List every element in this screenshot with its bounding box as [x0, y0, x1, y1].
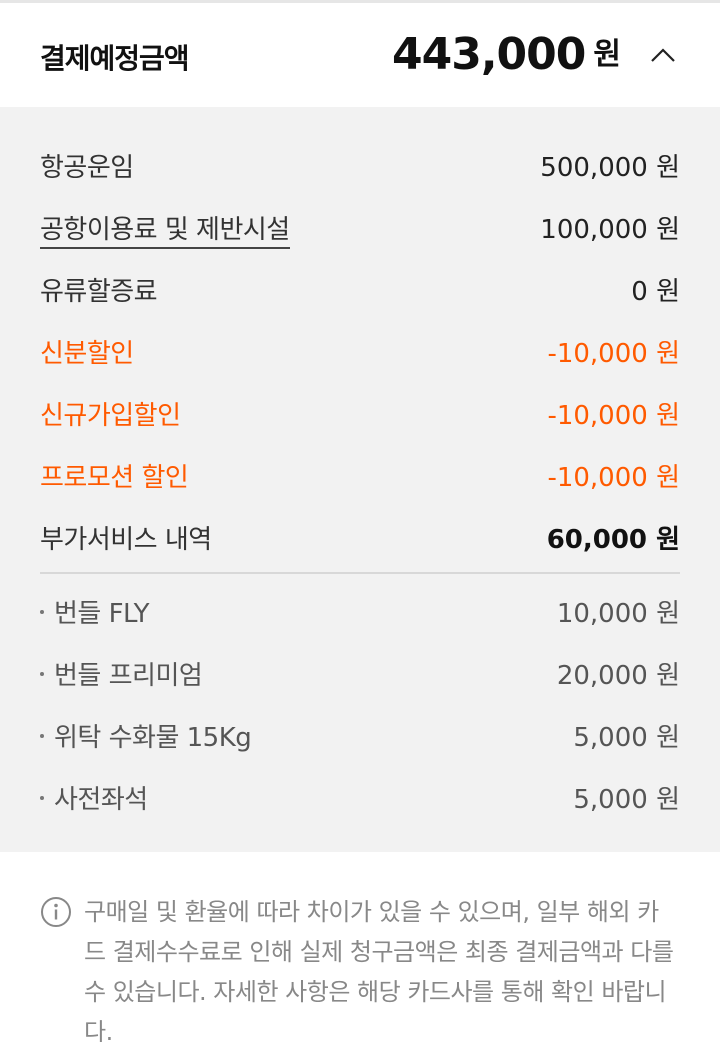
- signup-discount-value: -10,000 원: [547, 401, 680, 431]
- id-discount-value: -10,000 원: [547, 339, 680, 369]
- addon-item: 사전좌석 5,000 원: [40, 775, 680, 815]
- promo-discount-label: 프로모션 할인: [40, 463, 189, 493]
- row-promo-discount: 프로모션 할인 -10,000 원: [40, 453, 680, 493]
- notice-text: 구매일 및 환율에 따라 차이가 있을 수 있으며, 일부 해외 카드 결제수수…: [84, 898, 674, 1042]
- addon-value: 20,000 원: [556, 661, 680, 691]
- total-amount-value: 443,000: [391, 29, 586, 80]
- addon-label: 번들 FLY: [54, 599, 149, 629]
- addon-label: 위탁 수화물 15Kg: [54, 723, 252, 753]
- airport-fee-link[interactable]: 공항이용료 및 제반시설: [40, 209, 290, 249]
- chevron-up-icon[interactable]: [650, 45, 676, 65]
- signup-discount-label: 신규가입할인: [40, 401, 181, 431]
- row-airport-fee[interactable]: 공항이용료 및 제반시설 100,000 원: [40, 205, 680, 249]
- row-addon-services: 부가서비스 내역 60,000 원: [40, 515, 680, 555]
- promo-discount-value: -10,000 원: [547, 463, 680, 493]
- addon-services-label: 부가서비스 내역: [40, 525, 212, 555]
- row-id-discount: 신분할인 -10,000 원: [40, 329, 680, 369]
- addon-item: 번들 프리미엄 20,000 원: [40, 651, 680, 691]
- addon-item: 번들 FLY 10,000 원: [40, 589, 680, 629]
- bullet-icon: [40, 610, 44, 614]
- row-signup-discount: 신규가입할인 -10,000 원: [40, 391, 680, 431]
- addon-services-value: 60,000 원: [546, 525, 680, 555]
- bullet-icon: [40, 672, 44, 676]
- addon-value: 5,000 원: [573, 785, 680, 815]
- addon-value: 10,000 원: [556, 599, 680, 629]
- id-discount-label: 신분할인: [40, 339, 134, 369]
- divider: [40, 572, 680, 574]
- airfare-value: 500,000 원: [540, 153, 680, 183]
- fuel-surcharge-label: 유류할증료: [40, 277, 158, 307]
- row-fuel-surcharge: 유류할증료 0 원: [40, 267, 680, 307]
- addon-value: 5,000 원: [573, 723, 680, 753]
- payment-title: 결제예정금액: [40, 42, 190, 75]
- addon-label: 사전좌석: [54, 785, 148, 815]
- addon-item: 위탁 수화물 15Kg 5,000 원: [40, 713, 680, 753]
- addon-label: 번들 프리미엄: [54, 661, 203, 691]
- bullet-icon: [40, 796, 44, 800]
- fuel-surcharge-value: 0 원: [631, 277, 680, 307]
- total-amount-unit: 원: [593, 37, 621, 72]
- total-amount: 443,000 원: [391, 29, 621, 80]
- info-icon: [41, 897, 71, 927]
- payment-summary-header[interactable]: 결제예정금액 443,000 원: [0, 3, 720, 107]
- row-airfare: 항공운임 500,000 원: [40, 143, 680, 183]
- bullet-icon: [40, 734, 44, 738]
- airport-fee-value: 100,000 원: [540, 215, 680, 245]
- airfare-label: 항공운임: [40, 153, 134, 183]
